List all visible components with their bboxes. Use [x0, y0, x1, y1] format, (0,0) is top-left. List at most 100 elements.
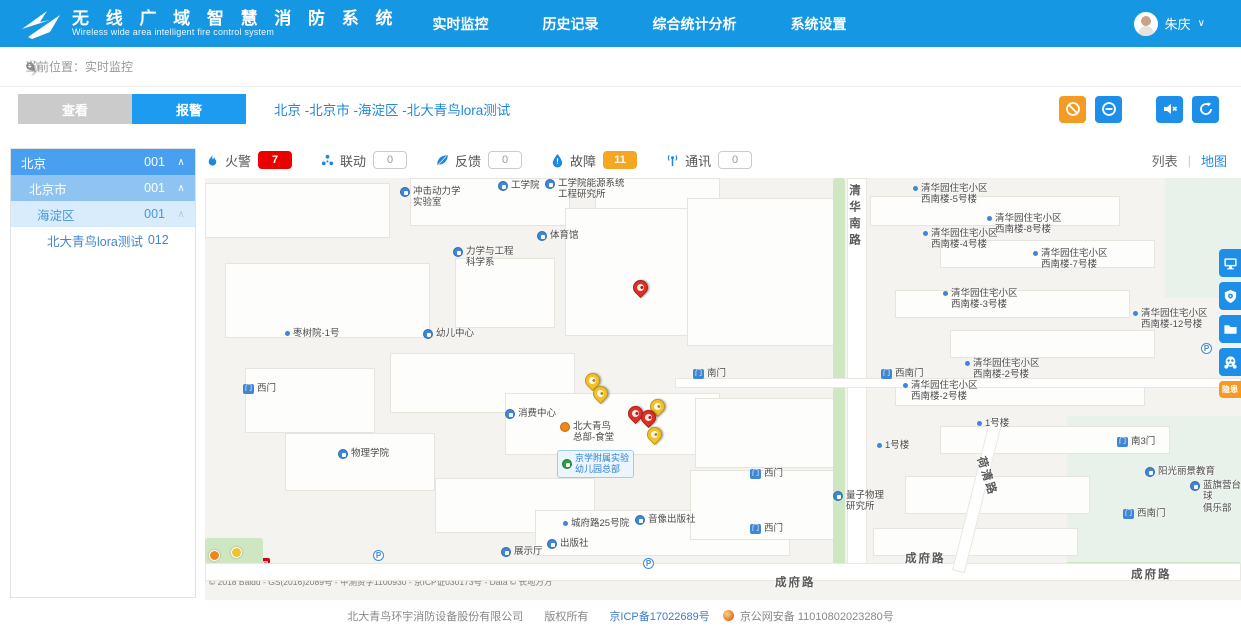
road-label: 成府路 — [905, 550, 946, 566]
poi-label: 京学附属实验 幼儿园总部 — [575, 453, 629, 475]
map-control-dot[interactable] — [231, 547, 242, 558]
comm-count-badge: 0 — [718, 151, 752, 169]
parking-icon: P — [643, 558, 654, 569]
map-poi: 京学附属实验 幼儿园总部 — [557, 450, 634, 478]
filter-fire[interactable]: 火警 7 — [205, 151, 292, 170]
filter-feedback[interactable]: 反馈 0 — [435, 151, 522, 170]
map-poi: 1号楼 — [877, 440, 909, 451]
map-poi: 门南3门 — [1117, 436, 1155, 447]
map-poi: 门西门 — [243, 383, 276, 394]
map-poi: 阳光丽景教育 — [1145, 466, 1215, 477]
poi-label: 清华园住宅小区 西南楼-7号楼 — [1041, 248, 1108, 271]
folder-icon — [1223, 322, 1238, 337]
filter-linkage[interactable]: 联动 0 — [320, 151, 407, 170]
map-road — [205, 563, 1241, 581]
mute-icon — [1162, 101, 1178, 117]
map-poi: 幼儿中心 — [423, 328, 474, 339]
map-poi: 北大青鸟 总部-食堂 — [560, 421, 614, 444]
poi-label: 冲击动力学 实验室 — [413, 186, 461, 209]
tree-item-beijing[interactable]: 北京 001 ∧ — [11, 149, 195, 175]
chevron-down-icon: ∨ — [1198, 18, 1205, 29]
map-building — [687, 198, 837, 346]
poi-label: 清华园住宅小区 西南楼-2号楼 — [911, 380, 978, 403]
circle-minus-button[interactable] — [1095, 96, 1122, 123]
icp-link[interactable]: 京ICP备17022689号 — [609, 611, 709, 623]
nav-history[interactable]: 历史记录 — [543, 14, 599, 34]
archive-button[interactable] — [1219, 315, 1241, 343]
brand: 无 线 广 域 智 慧 消 防 系 统 Wireless wide area i… — [20, 8, 399, 40]
nav-realtime[interactable]: 实时监控 — [433, 14, 489, 34]
map-poi: 量子物理 研究所 — [833, 490, 884, 513]
gate-icon: 门 — [1117, 437, 1128, 447]
linkage-icon — [320, 153, 335, 168]
poi-label: 音像出版社 — [648, 514, 696, 525]
view-list-link[interactable]: 列表 — [1152, 151, 1178, 170]
device-count: 001 — [144, 155, 165, 169]
nav-statistics[interactable]: 综合统计分析 — [653, 14, 737, 34]
tab-alarm[interactable]: 报警 — [132, 94, 246, 124]
refresh-button[interactable] — [1192, 96, 1219, 123]
hidden-danger-button[interactable]: 隐患 — [1219, 381, 1241, 398]
map-building — [565, 208, 700, 336]
map-poi: 工学院 — [498, 180, 540, 191]
poi-icon — [560, 422, 570, 432]
user-menu[interactable]: 朱庆 ∨ — [1134, 12, 1205, 36]
map-poi: 门西门 — [750, 523, 783, 534]
view-map-link[interactable]: 地图 — [1201, 151, 1227, 170]
poi-dot-icon — [877, 443, 882, 448]
map-poi: P — [373, 550, 387, 561]
chevron-up-icon: ∧ — [175, 209, 187, 220]
poi-icon — [501, 547, 511, 557]
tree-item-beijing-city[interactable]: 北京市 001 ∧ — [11, 175, 195, 201]
side-toolbar: 隐患 — [1219, 249, 1241, 398]
map-canvas[interactable]: Bai 度 地图 © 2018 Baidu - GS(2016)2089号 - … — [205, 178, 1241, 600]
gas-mask-button[interactable] — [1219, 348, 1241, 376]
app-subtitle: Wireless wide area intelligent fire cont… — [72, 28, 399, 37]
flame-icon — [205, 153, 220, 168]
map-poi: 消费中心 — [505, 408, 556, 419]
poi-dot-icon — [923, 231, 928, 236]
tree-item-haidian[interactable]: 海淀区 001 ∧ — [11, 201, 195, 227]
poi-label: 1号楼 — [985, 418, 1009, 429]
nav-settings[interactable]: 系统设置 — [791, 14, 847, 34]
poi-label: 幼儿中心 — [436, 328, 474, 339]
poi-dot-icon — [1033, 251, 1038, 256]
filter-comm[interactable]: 通讯 0 — [665, 151, 752, 170]
device-count: 001 — [144, 181, 165, 195]
mute-button[interactable] — [1156, 96, 1183, 123]
map-control-dot[interactable] — [209, 550, 220, 561]
parking-icon: P — [1201, 343, 1212, 354]
poi-icon — [1145, 467, 1155, 477]
gate-icon: 门 — [1123, 509, 1134, 519]
logo-icon — [20, 8, 62, 40]
police-badge-icon — [723, 610, 734, 621]
filter-fault[interactable]: 故障 11 — [550, 151, 637, 170]
poi-label: 清华园住宅小区 西南楼-5号楼 — [921, 183, 988, 206]
chevron-up-icon: ∧ — [175, 183, 187, 194]
page-footer: 北大青鸟环宇消防设备股份有限公司 版权所有 京ICP备17022689号 京公网… — [0, 608, 1241, 624]
poi-label: 西南门 — [895, 368, 924, 379]
poi-label: 西门 — [764, 523, 783, 534]
map-poi: 清华园住宅小区 西南楼-5号楼 — [913, 183, 988, 206]
poi-dot-icon — [943, 291, 948, 296]
refresh-icon — [1198, 101, 1214, 117]
tab-view[interactable]: 查看 — [18, 94, 132, 124]
toolbar-buttons — [1059, 96, 1219, 123]
poi-icon — [562, 459, 572, 469]
app-header: 无 线 广 域 智 慧 消 防 系 统 Wireless wide area i… — [0, 0, 1241, 47]
toolbar: 查看 报警 北京 -北京市 -海淀区 -北大青鸟lora测试 — [0, 88, 1241, 130]
monitor-button[interactable] — [1219, 249, 1241, 277]
linkage-count-badge: 0 — [373, 151, 407, 169]
region-tree: 北京 001 ∧ 北京市 001 ∧ 海淀区 001 ∧ 北大青鸟lora测试 … — [10, 148, 196, 598]
poi-dot-icon — [965, 361, 970, 366]
map-building — [245, 368, 375, 433]
tree-item-lora-test[interactable]: 北大青鸟lora测试 012 — [11, 227, 195, 253]
poi-label: 清华园住宅小区 西南楼-3号楼 — [951, 288, 1018, 311]
security-button[interactable] — [1219, 282, 1241, 310]
poi-label: 量子物理 研究所 — [846, 490, 884, 513]
gate-icon: 门 — [750, 469, 761, 479]
ban-button[interactable] — [1059, 96, 1086, 123]
poi-icon — [423, 329, 433, 339]
gate-icon: 门 — [750, 524, 761, 534]
map-poi: 冲击动力学 实验室 — [400, 186, 461, 209]
